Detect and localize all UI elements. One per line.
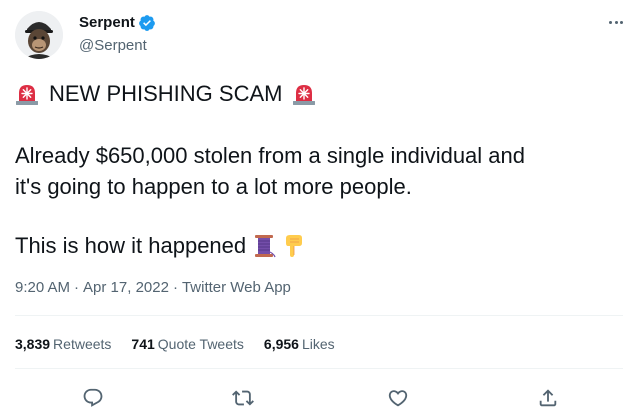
- tweet-time[interactable]: 9:20 AM: [15, 279, 70, 296]
- retweets-stat[interactable]: 3,839 Retweets: [15, 335, 111, 353]
- tweet-line-2: Already $650,000 stolen from a single in…: [15, 143, 525, 168]
- retweet-button[interactable]: [231, 386, 255, 410]
- tweet-line-4: This is how it happened: [15, 232, 306, 260]
- ape-avatar-icon: [15, 11, 63, 59]
- divider: [15, 315, 623, 316]
- share-icon: [539, 389, 557, 407]
- retweets-label: Retweets: [53, 336, 112, 352]
- tweet-meta: 9:20 AM · Apr 17, 2022 · Twitter Web App: [15, 278, 291, 298]
- retweet-icon: [232, 390, 254, 406]
- quote-tweets-stat[interactable]: 741 Quote Tweets: [131, 335, 244, 353]
- retweets-count: 3,839: [15, 336, 51, 352]
- tweet-source[interactable]: Twitter Web App: [182, 279, 291, 296]
- author-display-name[interactable]: Serpent: [79, 14, 135, 32]
- thread-emoji-icon: [255, 235, 276, 258]
- author-handle[interactable]: @Serpent: [79, 37, 147, 55]
- like-button[interactable]: [386, 386, 410, 410]
- reply-button[interactable]: [81, 386, 105, 410]
- tweet-line-1: NEW PHISHING SCAM: [15, 80, 316, 108]
- verified-badge-icon: [138, 15, 155, 31]
- reply-icon: [83, 388, 103, 407]
- point-down-emoji-icon: [286, 235, 303, 257]
- likes-stat[interactable]: 6,956 Likes: [264, 335, 335, 353]
- rotating-light-emoji-icon: [293, 85, 316, 105]
- quote-tweets-label: Quote Tweets: [157, 336, 244, 352]
- tweet-line-3: it's going to happen to a lot more peopl…: [15, 174, 412, 199]
- rotating-light-emoji-icon: [16, 85, 38, 105]
- tweet-stats: 3,839 Retweets 741 Quote Tweets 6,956 Likes: [15, 335, 355, 353]
- like-icon: [388, 390, 408, 407]
- tweet-headline: NEW PHISHING SCAM: [49, 81, 283, 106]
- more-options-icon[interactable]: [604, 16, 628, 28]
- meta-separator: ·: [172, 279, 178, 296]
- likes-count: 6,956: [263, 336, 299, 352]
- quote-tweets-count: 741: [131, 336, 155, 352]
- tweet-date[interactable]: Apr 17, 2022: [83, 279, 169, 296]
- author-name-row[interactable]: Serpent: [79, 14, 156, 32]
- share-button[interactable]: [536, 386, 560, 410]
- avatar[interactable]: [15, 11, 63, 59]
- meta-separator: ·: [74, 279, 80, 296]
- tweet-thread-text: This is how it happened: [15, 233, 247, 258]
- likes-label: Likes: [301, 336, 335, 352]
- tweet-card: Serpent @Serpent NEW PHISHING SCAM Alrea…: [0, 0, 638, 420]
- divider: [15, 368, 623, 369]
